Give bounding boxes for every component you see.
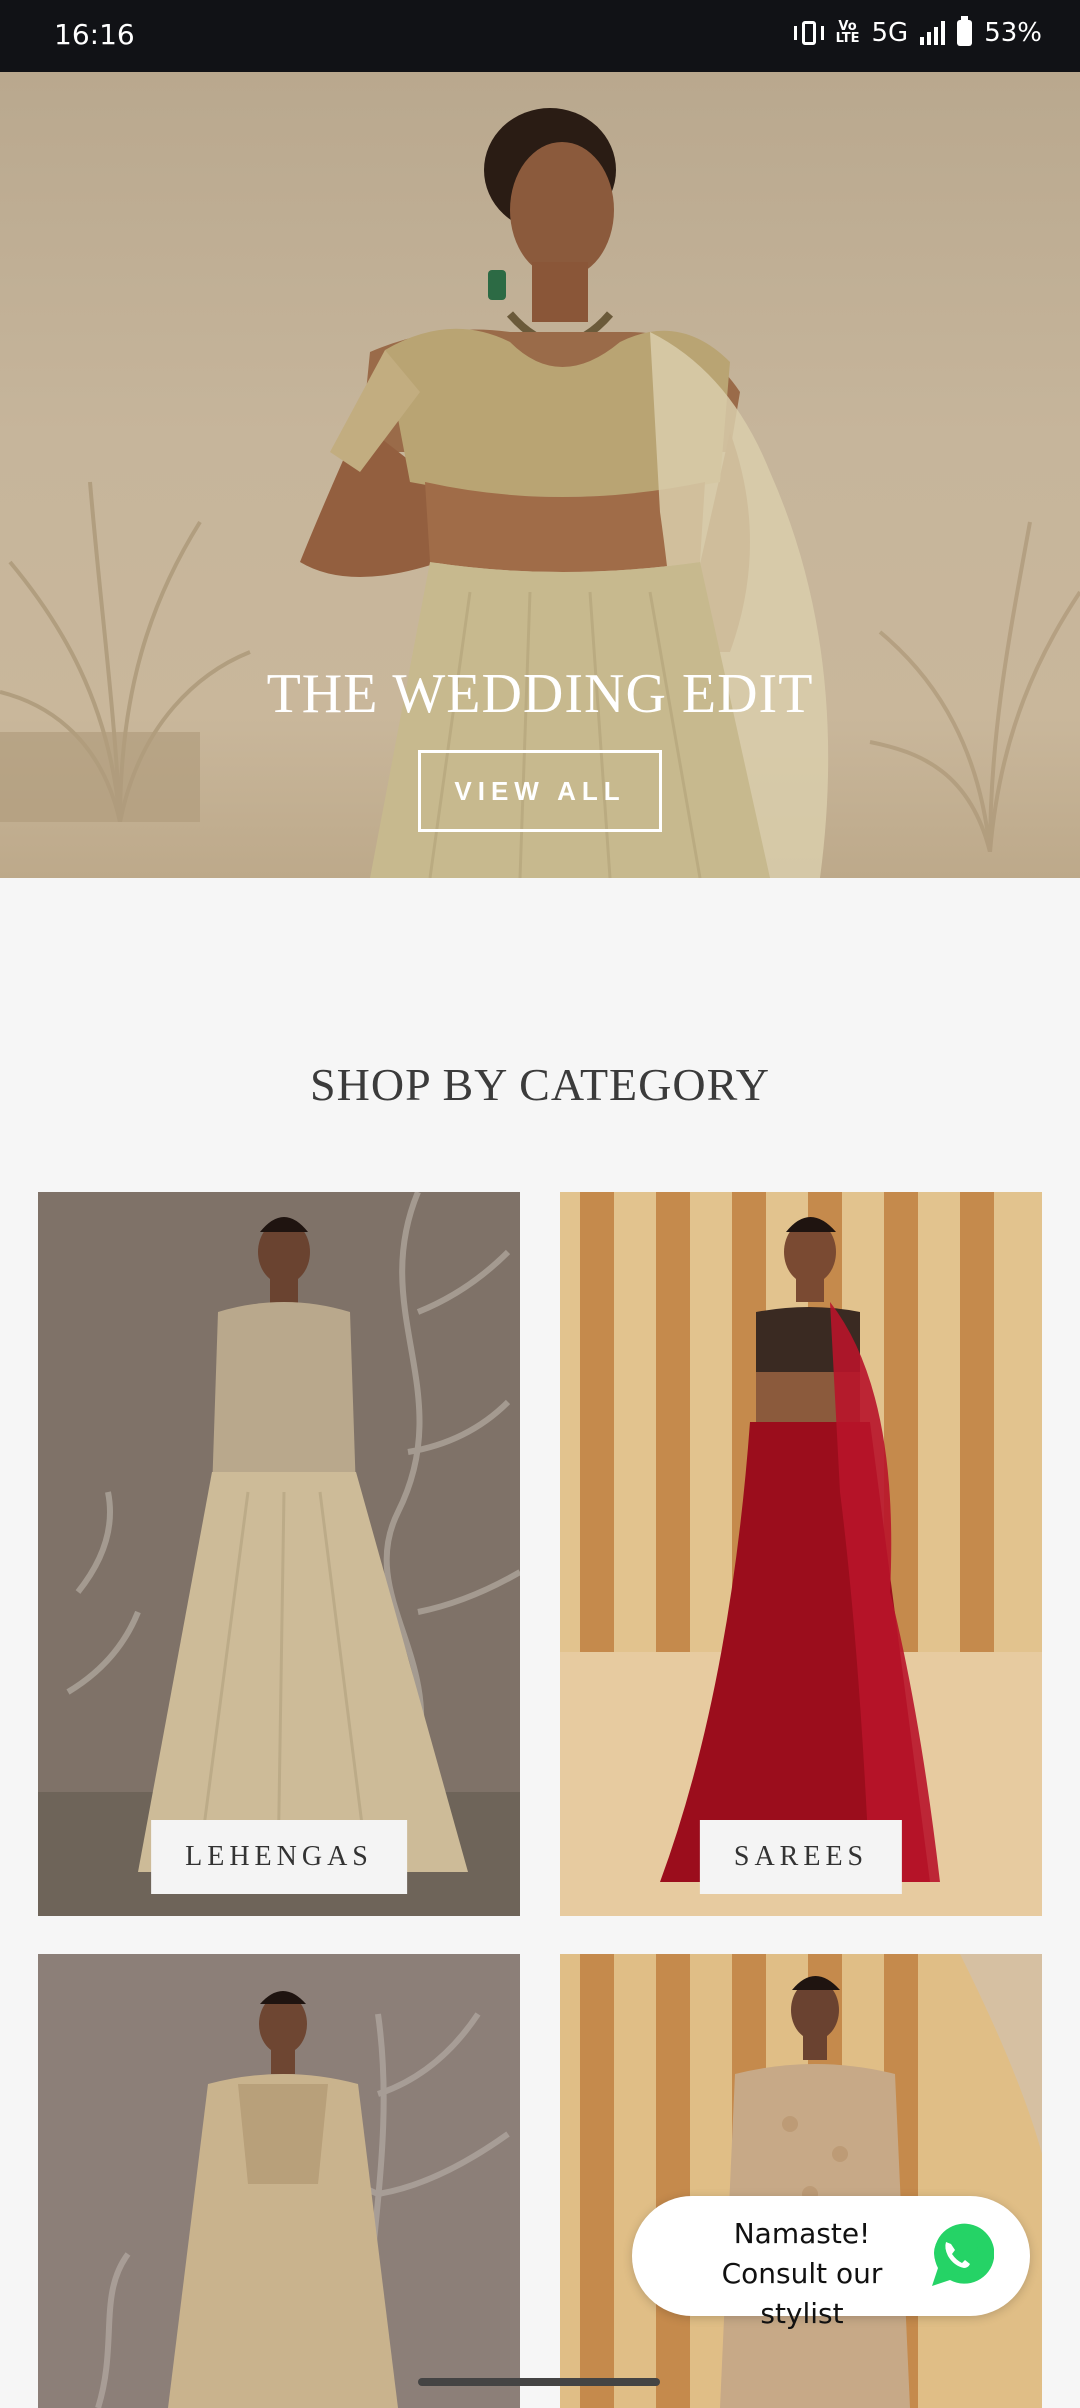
view-all-button[interactable]: VIEW ALL	[418, 750, 662, 832]
category-card-4[interactable]	[560, 1954, 1042, 2408]
category-label: SAREES	[699, 1820, 903, 1894]
lehenga-model-image	[38, 1192, 520, 1916]
hero-title: THE WEDDING EDIT	[266, 663, 814, 725]
anarkali-model-image	[38, 1954, 520, 2408]
section-title: SHOP BY CATEGORY	[310, 1059, 770, 1110]
vibrate-icon	[793, 21, 824, 45]
whatsapp-text: Namaste! Consult our stylist	[682, 2214, 922, 2334]
signal-icon	[920, 21, 946, 45]
hero-banner[interactable]: THE WEDDING EDIT VIEW ALL	[0, 72, 1080, 878]
status-icons: Vo LTE 5G 53%	[793, 16, 1042, 48]
status-bar: 16:16 Vo LTE 5G 53%	[0, 0, 1080, 72]
category-card-3[interactable]	[38, 1954, 520, 2408]
plant-decoration-right	[869, 521, 1080, 852]
battery-icon	[957, 16, 973, 46]
volte-icon: Vo LTE	[835, 19, 860, 46]
sharara-model-image	[560, 1954, 1042, 2408]
whatsapp-line2: Consult our stylist	[721, 2257, 883, 2330]
network-label: 5G	[871, 18, 909, 48]
category-card-lehengas[interactable]: LEHENGAS	[38, 1192, 520, 1916]
whatsapp-line1: Namaste!	[733, 2217, 871, 2250]
status-time: 16:16	[54, 18, 135, 51]
whatsapp-icon	[920, 2218, 994, 2290]
category-card-sarees[interactable]: SAREES	[560, 1192, 1042, 1916]
saree-model-image	[560, 1192, 1042, 1916]
category-label: LEHENGAS	[151, 1820, 407, 1894]
whatsapp-stylist-button[interactable]: Namaste! Consult our stylist	[632, 2196, 1030, 2330]
battery-percent: 53%	[984, 18, 1042, 48]
home-indicator[interactable]	[418, 2378, 660, 2386]
